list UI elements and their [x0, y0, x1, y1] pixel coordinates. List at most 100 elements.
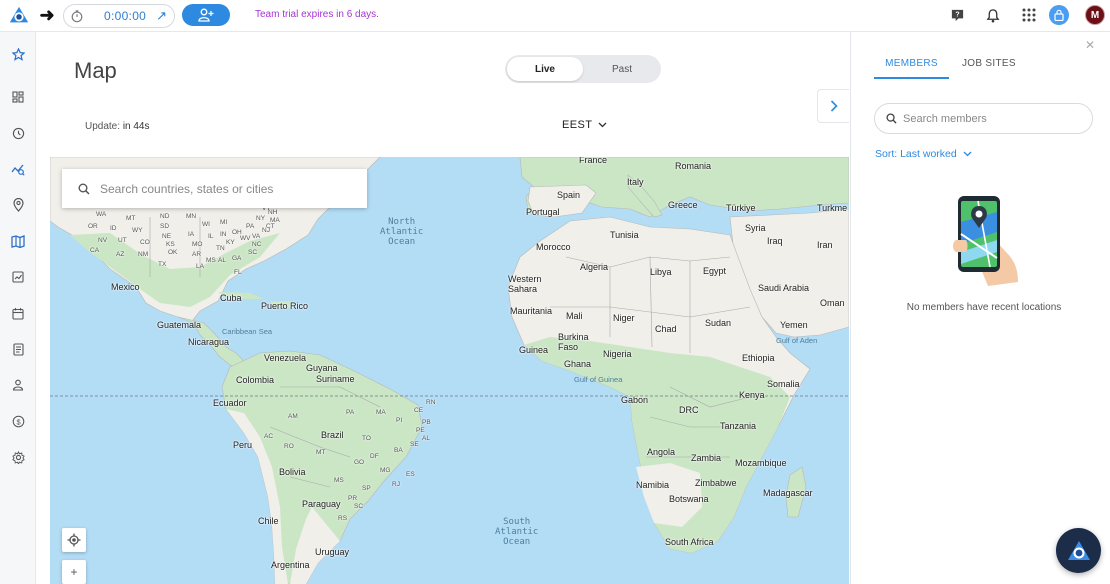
state-label: VA: [252, 233, 261, 240]
tab-job-sites[interactable]: JOB SITES: [962, 58, 1016, 69]
sort-dropdown[interactable]: Sort: Last worked: [875, 148, 972, 160]
state-label: AR: [192, 251, 202, 258]
state-label: IL: [208, 233, 214, 240]
arrow-up-right-icon[interactable]: ↗: [156, 8, 167, 24]
country-label: Iraq: [767, 236, 783, 246]
svg-text:?: ?: [955, 11, 959, 18]
bell-icon[interactable]: [983, 5, 1003, 25]
member-search-input[interactable]: [903, 112, 1083, 125]
arrow-right-icon[interactable]: ➜: [36, 6, 58, 26]
country-label: Niger: [613, 313, 635, 323]
state-label: CE: [414, 407, 424, 414]
reports-icon[interactable]: [9, 268, 27, 286]
country-label: Chad: [655, 324, 677, 334]
map-icon[interactable]: [9, 232, 27, 250]
country-label: Angola: [647, 447, 676, 457]
update-value: in 44s: [122, 121, 150, 132]
country-label: Libya: [650, 267, 672, 277]
toggle-past[interactable]: Past: [585, 57, 659, 81]
state-label: PI: [396, 417, 403, 424]
country-label: Nigeria: [603, 349, 632, 359]
state-label: RJ: [392, 481, 400, 488]
tab-members[interactable]: MEMBERS: [874, 58, 949, 79]
support-chat-button[interactable]: [1056, 528, 1101, 573]
locate-button[interactable]: [62, 528, 86, 552]
country-label: Tanzania: [720, 421, 757, 431]
country-label: Egypt: [703, 266, 727, 276]
country-label: Mauritania: [510, 306, 553, 316]
map-search-input[interactable]: [100, 181, 340, 196]
country-label: Romania: [675, 161, 712, 171]
timezone-value: EEST: [562, 119, 593, 131]
country-label: Greece: [668, 200, 698, 210]
user-avatar[interactable]: M: [1085, 5, 1105, 25]
country-label: Uruguay: [315, 547, 350, 557]
country-label: Puerto Rico: [261, 301, 309, 311]
stopwatch-icon: [71, 10, 83, 23]
state-label: IN: [220, 231, 227, 238]
settings-icon[interactable]: [9, 448, 27, 466]
country-label: Nicaragua: [188, 337, 230, 347]
live-past-toggle[interactable]: Live Past: [505, 55, 661, 83]
country-label: Somalia: [767, 379, 800, 389]
calendar-icon[interactable]: [9, 304, 27, 322]
country-label: Burkina Faso: [558, 332, 589, 352]
country-label: Tunisia: [610, 230, 639, 240]
toggle-live[interactable]: Live: [507, 57, 583, 81]
sort-label: Sort: Last worked: [875, 148, 957, 160]
state-label: AM: [288, 413, 298, 420]
state-label: CA: [90, 247, 100, 254]
activity-icon[interactable]: [9, 160, 27, 178]
state-label: TX: [158, 261, 167, 268]
state-label: AL: [422, 435, 430, 442]
chevron-down-icon: [963, 151, 972, 157]
state-label: MS: [334, 477, 344, 484]
ocean-label: North Atlantic Ocean: [380, 217, 424, 247]
add-user-icon: [198, 8, 214, 22]
close-icon[interactable]: ✕: [1085, 38, 1095, 52]
timezone-select[interactable]: EEST: [562, 119, 607, 131]
world-map[interactable]: North Atlantic Ocean South Atlantic Ocean Ca…: [50, 157, 849, 584]
add-user-button[interactable]: [182, 4, 230, 26]
state-label: ES: [406, 471, 415, 478]
star-icon[interactable]: [9, 45, 27, 63]
state-label: NJ: [262, 227, 270, 234]
chevron-right-icon: [830, 100, 838, 112]
search-icon: [886, 113, 897, 124]
zoom-in-button[interactable]: +: [62, 560, 86, 584]
country-label: Ethiopia: [742, 353, 775, 363]
lock-icon[interactable]: [1049, 5, 1069, 25]
state-label: SC: [354, 503, 364, 510]
brazil-state-labels: AM PA AC RO MT TO BA MG GO MS SP PR RS S…: [250, 387, 435, 522]
timesheet-icon[interactable]: [9, 340, 27, 358]
apps-grid-icon[interactable]: [1019, 5, 1039, 25]
trial-notice[interactable]: Team trial expires in 6 days.: [255, 9, 379, 20]
us-state-labels: WA MT ND MN OR ID SD WI WY NE IA NV UT C…: [84, 203, 286, 279]
country-label: Venezuela: [264, 353, 307, 363]
state-label: SE: [410, 441, 419, 448]
dashboard-icon[interactable]: [9, 88, 27, 106]
country-label: Saudi Arabia: [758, 283, 810, 293]
timer-widget[interactable]: 0:00:00 ↗: [63, 4, 175, 28]
state-label: RS: [338, 515, 348, 522]
state-label: TN: [216, 245, 225, 252]
state-label: AC: [264, 433, 274, 440]
people-icon[interactable]: [9, 376, 27, 394]
location-pin-icon[interactable]: [9, 196, 27, 214]
search-icon: [78, 183, 90, 195]
clock-icon[interactable]: [9, 124, 27, 142]
country-label: Mali: [566, 311, 583, 321]
help-icon[interactable]: ?: [947, 5, 967, 25]
map-search-box[interactable]: [62, 169, 367, 208]
country-label: Guinea: [519, 345, 549, 355]
country-label: Argentina: [271, 560, 310, 570]
member-search-box[interactable]: [874, 103, 1093, 134]
state-label: TO: [362, 435, 371, 442]
country-label: Chile: [258, 516, 279, 526]
collapse-panel-button[interactable]: [817, 89, 849, 123]
country-label: Ecuador: [213, 398, 247, 408]
dollar-icon[interactable]: $: [9, 412, 27, 430]
app-logo-icon[interactable]: [8, 5, 30, 27]
state-label: MS: [206, 257, 216, 264]
country-label: Colombia: [236, 375, 275, 385]
